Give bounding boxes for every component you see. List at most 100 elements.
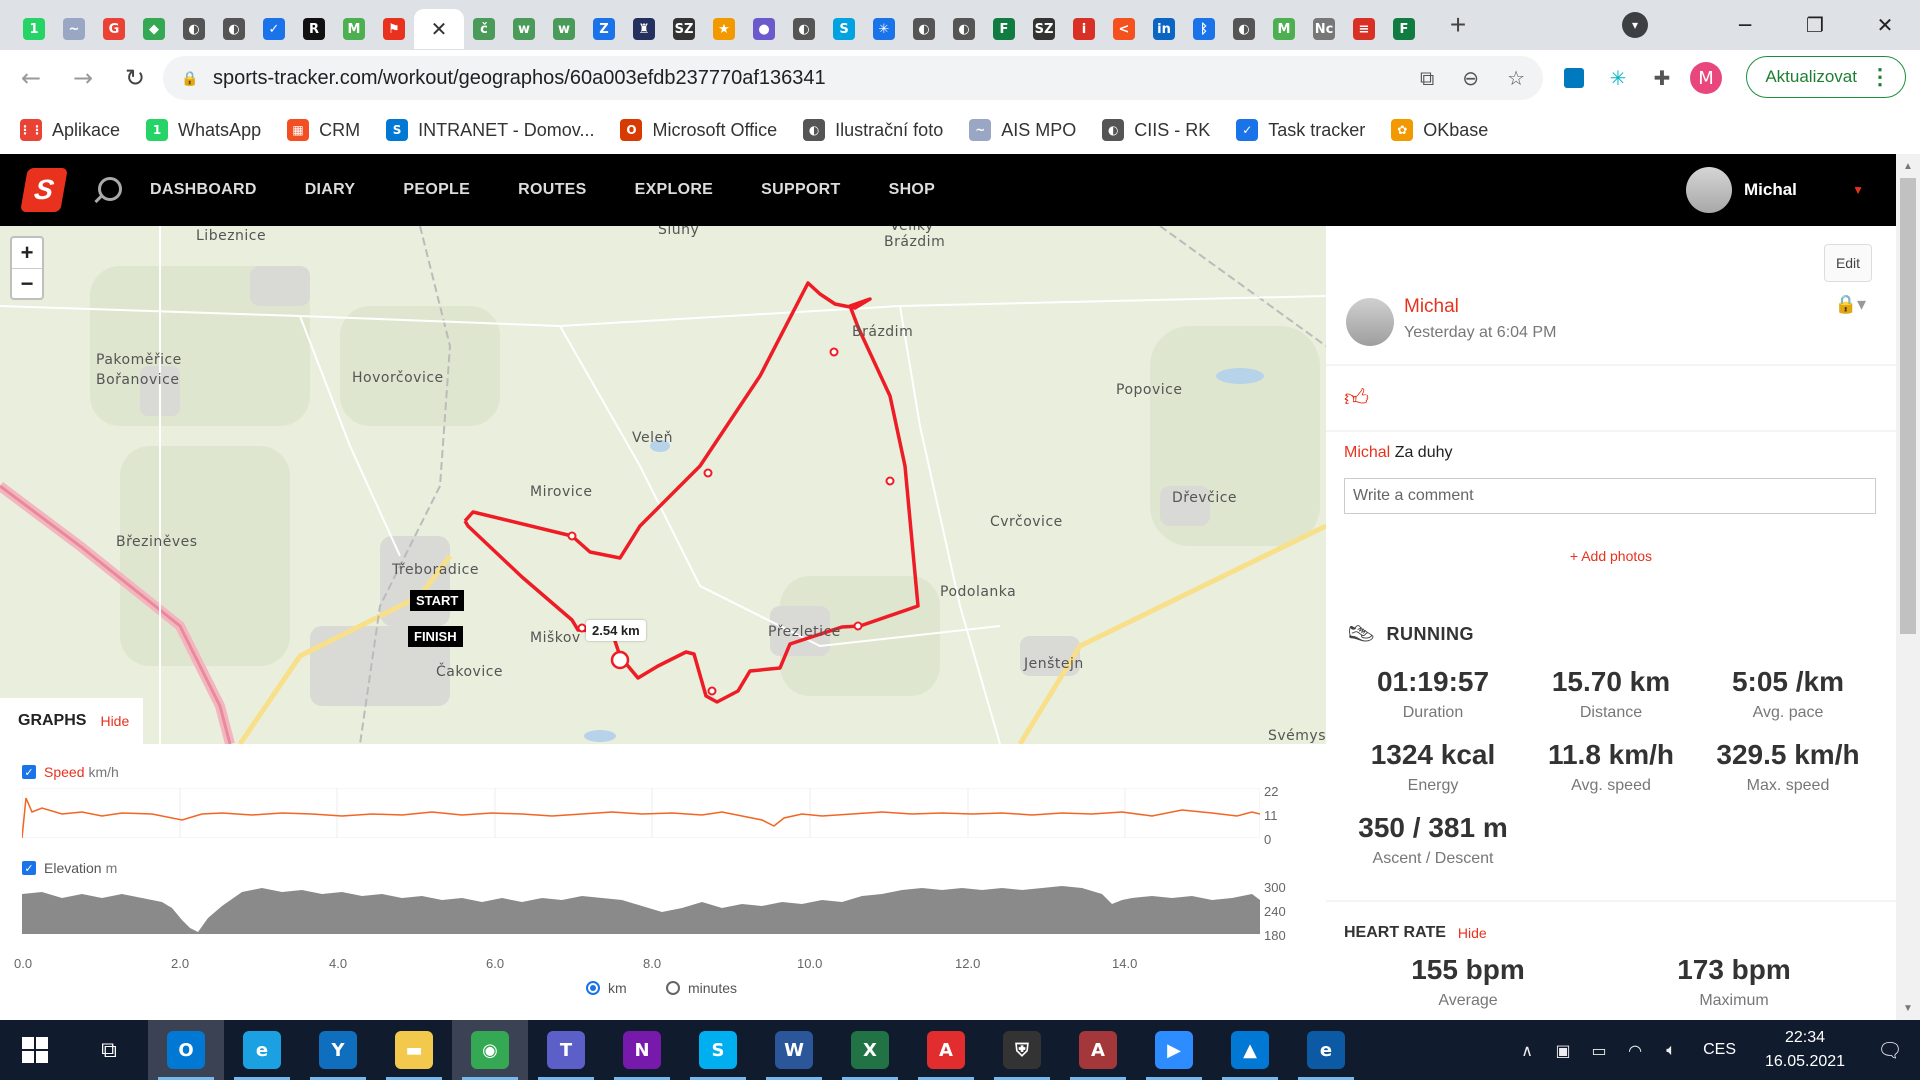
- browser-tab[interactable]: <: [1104, 9, 1144, 49]
- task-view-icon[interactable]: ⧉: [101, 1038, 117, 1063]
- asterisk-extension-icon[interactable]: ✳: [1596, 56, 1640, 100]
- browser-tab[interactable]: ◐: [214, 9, 254, 49]
- trello-extension-icon[interactable]: [1552, 56, 1596, 100]
- nav-diary[interactable]: DIARY: [305, 181, 356, 199]
- security-icon[interactable]: ⛨: [1003, 1031, 1041, 1069]
- nav-explore[interactable]: EXPLORE: [635, 181, 714, 199]
- browser-tab[interactable]: SZ: [1024, 9, 1064, 49]
- heart-rate-hide-link[interactable]: Hide: [1458, 925, 1487, 941]
- url-text[interactable]: sports-tracker.com/workout/geographos/60…: [213, 67, 826, 90]
- taskbar-app[interactable]: S: [680, 1020, 756, 1080]
- browser-tab[interactable]: ✳: [864, 9, 904, 49]
- add-photos-link[interactable]: + Add photos: [1326, 548, 1896, 564]
- zoom-out-button[interactable]: −: [12, 268, 42, 298]
- onenote-icon[interactable]: N: [623, 1031, 661, 1069]
- taskbar-app[interactable]: e: [1288, 1020, 1364, 1080]
- tab-active[interactable]: ✕: [414, 9, 464, 49]
- skype-icon[interactable]: S: [699, 1031, 737, 1069]
- remote-desktop-icon[interactable]: ▣: [1545, 1041, 1581, 1060]
- browser-tab[interactable]: Z: [584, 9, 624, 49]
- browser-tab[interactable]: ◐: [784, 9, 824, 49]
- taskbar-app[interactable]: N: [604, 1020, 680, 1080]
- pdf-icon[interactable]: A: [927, 1031, 965, 1069]
- taskbar-app[interactable]: e: [224, 1020, 300, 1080]
- route-map[interactable]: Libeznice Sluhy Veliky Brázdim Brázdim P…: [0, 226, 1326, 744]
- bookmark-item[interactable]: O Microsoft Office: [620, 119, 777, 141]
- radio-selected-icon[interactable]: [586, 981, 600, 995]
- outlook-icon[interactable]: O: [167, 1031, 205, 1069]
- taskbar-app[interactable]: ▶: [1136, 1020, 1212, 1080]
- chrome-icon[interactable]: ◉: [471, 1031, 509, 1069]
- bookmark-item[interactable]: 1 WhatsApp: [146, 119, 261, 141]
- chevron-up-icon[interactable]: ∧: [1509, 1041, 1545, 1060]
- browser-tab[interactable]: ★: [704, 9, 744, 49]
- lock-icon[interactable]: 🔒: [181, 69, 199, 87]
- address-bar[interactable]: 🔒 sports-tracker.com/workout/geographos/…: [163, 56, 1543, 100]
- finish-marker[interactable]: FINISH: [408, 626, 463, 647]
- back-button[interactable]: ←: [10, 57, 52, 99]
- battery-icon[interactable]: ▭: [1581, 1041, 1617, 1060]
- taskbar-app[interactable]: ◉: [452, 1020, 528, 1080]
- user-name[interactable]: Michal: [1744, 180, 1797, 200]
- sports-tracker-logo[interactable]: S: [20, 168, 68, 212]
- nav-routes[interactable]: ROUTES: [518, 181, 586, 199]
- workout-user-name[interactable]: Michal: [1404, 296, 1459, 318]
- elevation-graph-toggle[interactable]: ✓ Elevation m: [22, 860, 117, 876]
- update-chrome-button[interactable]: Aktualizovat ⋮: [1746, 56, 1906, 98]
- elevation-graph[interactable]: [22, 884, 1260, 934]
- browser-tab[interactable]: ♜: [624, 9, 664, 49]
- browser-tab[interactable]: w: [504, 9, 544, 49]
- photos-icon[interactable]: ▲: [1231, 1031, 1269, 1069]
- wifi-icon[interactable]: ◠: [1617, 1041, 1653, 1060]
- bookmark-item[interactable]: ✓ Task tracker: [1236, 119, 1365, 141]
- browser-tab[interactable]: M: [1264, 9, 1304, 49]
- scrollbar-thumb[interactable]: [1900, 178, 1916, 634]
- caret-down-icon[interactable]: ▼: [1852, 183, 1864, 197]
- browser-tab[interactable]: in: [1144, 9, 1184, 49]
- puzzle-extensions-icon[interactable]: ✚: [1640, 56, 1684, 100]
- nav-support[interactable]: SUPPORT: [761, 181, 840, 199]
- reload-button[interactable]: ↻: [114, 57, 156, 99]
- browser-tab[interactable]: F: [984, 9, 1024, 49]
- close-icon[interactable]: ✕: [428, 17, 450, 41]
- browser-tab[interactable]: 1: [14, 9, 54, 49]
- more-menu-icon[interactable]: ⋮: [1869, 64, 1891, 90]
- zoom-icon[interactable]: ▶: [1155, 1031, 1193, 1069]
- volume-icon[interactable]: 🔈︎: [1653, 1040, 1689, 1060]
- access-icon[interactable]: A: [1079, 1031, 1117, 1069]
- scroll-down-icon[interactable]: ▼: [1896, 998, 1920, 1018]
- nav-shop[interactable]: SHOP: [889, 181, 936, 199]
- taskbar-app[interactable]: A: [908, 1020, 984, 1080]
- bookmark-item[interactable]: ⋮⋮ Aplikace: [19, 119, 120, 141]
- browser-tab[interactable]: Nc: [1304, 9, 1344, 49]
- user-avatar[interactable]: [1686, 167, 1732, 213]
- comment-author[interactable]: Michal: [1344, 444, 1390, 461]
- checkbox-checked-icon[interactable]: ✓: [22, 765, 36, 779]
- speed-graph-toggle[interactable]: ✓ Speed km/h: [22, 764, 119, 780]
- radio-unselected-icon[interactable]: [666, 981, 680, 995]
- thumbs-up-icon[interactable]: 👍︎: [1344, 384, 1369, 413]
- teams-icon[interactable]: T: [547, 1031, 585, 1069]
- windows-logo-icon[interactable]: [22, 1037, 48, 1063]
- forward-button[interactable]: →: [62, 57, 104, 99]
- search-icon[interactable]: [92, 175, 122, 205]
- bookmark-item[interactable]: ~ AIS MPO: [969, 119, 1076, 141]
- browser-tab[interactable]: i: [1064, 9, 1104, 49]
- bookmark-star-icon[interactable]: ☆: [1507, 66, 1525, 90]
- page-scrollbar[interactable]: ▲ ▼: [1896, 154, 1920, 1020]
- scroll-up-icon[interactable]: ▲: [1896, 156, 1920, 176]
- browser-tab[interactable]: ◐: [1224, 9, 1264, 49]
- bookmark-item[interactable]: ✿ OKbase: [1391, 119, 1488, 141]
- bookmark-item[interactable]: ◐ Ilustrační foto: [803, 119, 943, 141]
- checkbox-checked-icon[interactable]: ✓: [22, 861, 36, 875]
- browser-tab[interactable]: č: [464, 9, 504, 49]
- browser-tab[interactable]: F: [1384, 9, 1424, 49]
- minimize-button[interactable]: ─: [1710, 0, 1780, 50]
- taskbar-app[interactable]: W: [756, 1020, 832, 1080]
- new-tab-button[interactable]: +: [1438, 5, 1478, 45]
- internet-explorer-icon[interactable]: e: [243, 1031, 281, 1069]
- browser-tab[interactable]: S: [824, 9, 864, 49]
- zoom-in-button[interactable]: +: [12, 238, 42, 268]
- notifications-icon[interactable]: 🗨︎: [1860, 1038, 1920, 1062]
- browser-tab[interactable]: ⚑: [374, 9, 414, 49]
